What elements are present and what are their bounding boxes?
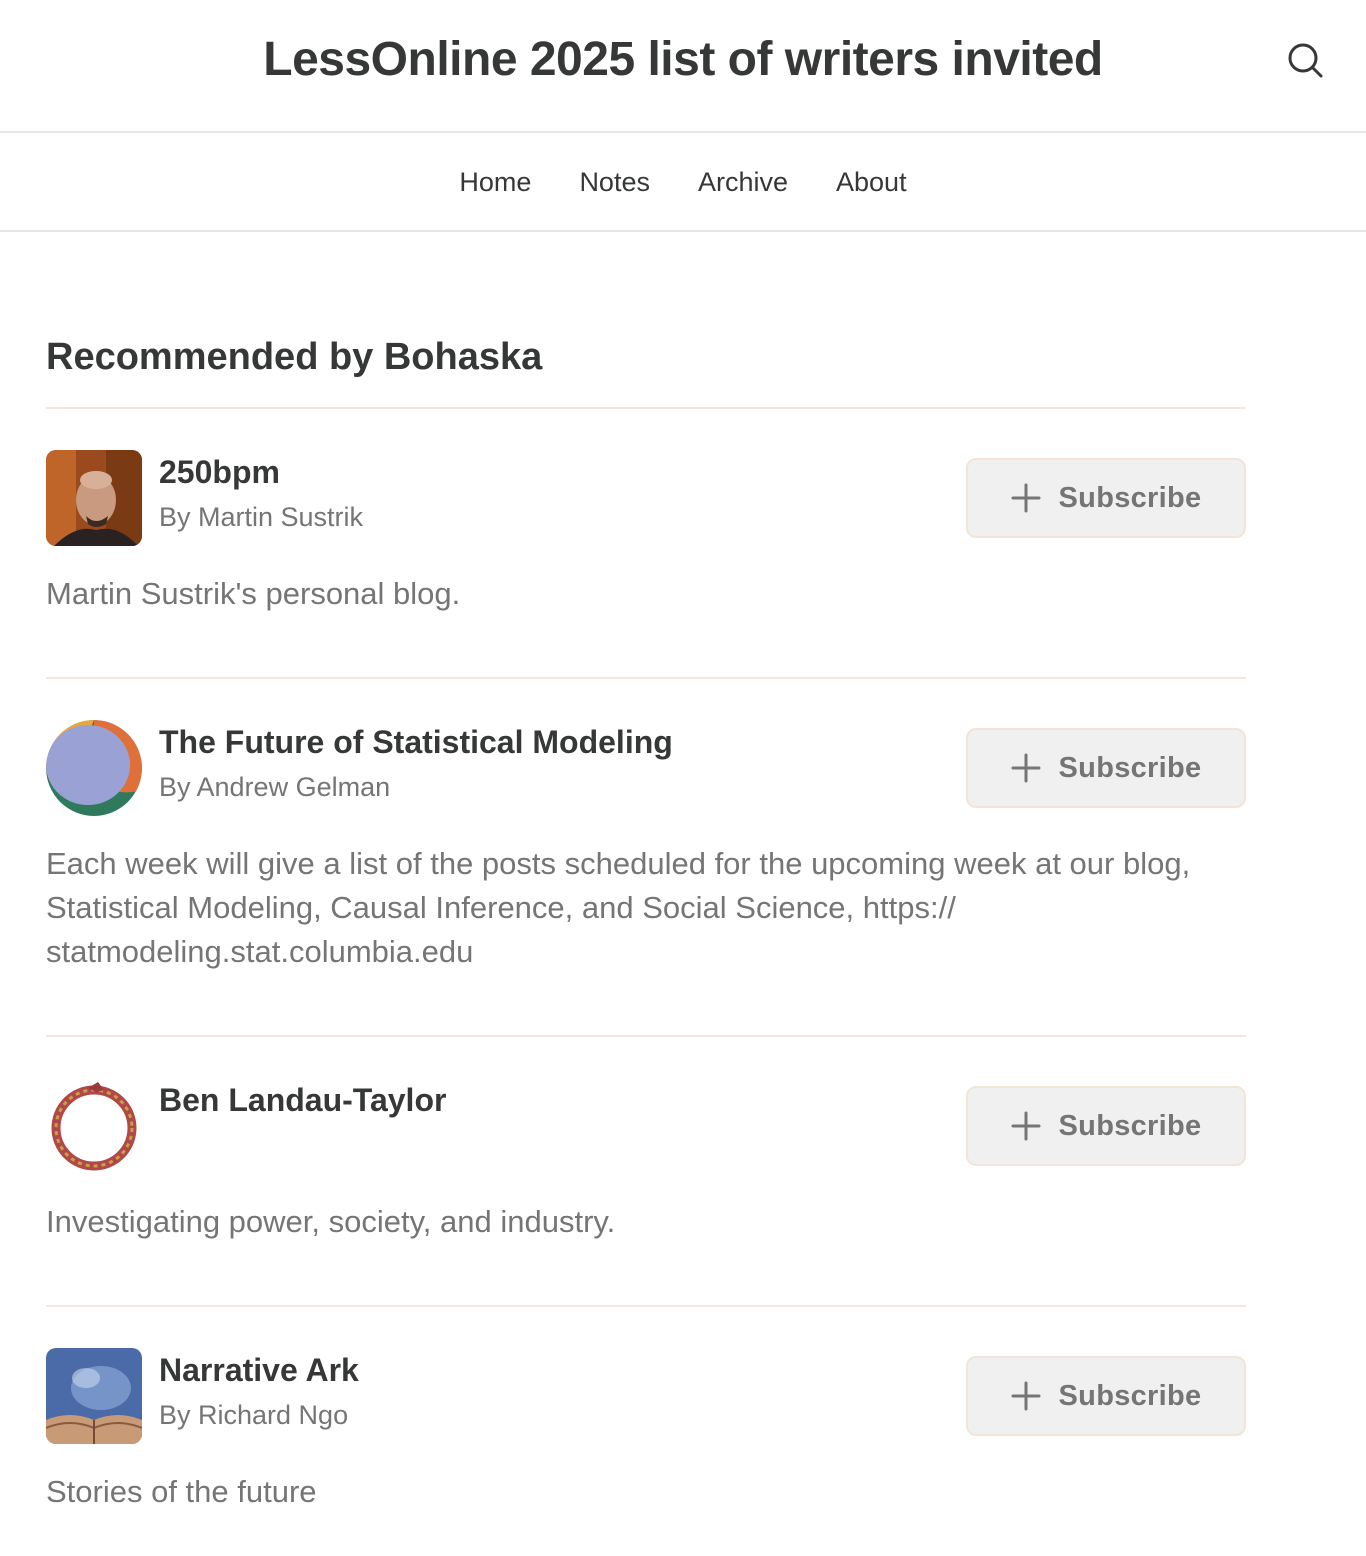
portrait-image [46,450,142,546]
subscribe-button[interactable]: Subscribe [966,458,1246,538]
subscribe-button[interactable]: Subscribe [966,1086,1246,1166]
subscribe-button[interactable]: Subscribe [966,728,1246,808]
subscribe-button[interactable]: Subscribe [966,1356,1246,1436]
nav-bar: Home Notes Archive About [0,133,1366,232]
ouroboros-image [46,1078,142,1174]
publication-description: Each week will give a list of the posts … [46,846,1191,969]
book-image [46,1348,142,1444]
divider [46,407,1246,409]
search-button[interactable] [1285,40,1325,80]
recommendation-item: Narrative Ark By Richard Ngo Subscribe S… [46,1348,1246,1518]
nav-home[interactable]: Home [459,167,531,197]
plus-icon [1011,753,1041,783]
publication-name[interactable]: Narrative Ark [159,1352,359,1389]
plus-icon [1011,483,1041,513]
publication-name[interactable]: Ben Landau-Taylor [159,1082,446,1119]
publication-name[interactable]: The Future of Statistical Modeling [159,724,673,761]
recommendation-item: Ben Landau-Taylor Subscribe Investigatin… [46,1078,1246,1248]
plus-icon [1011,1381,1041,1411]
publication-avatar[interactable] [46,1078,142,1174]
nav-archive[interactable]: Archive [698,167,788,197]
publication-author: By Martin Sustrik [159,502,364,532]
divider [46,677,1246,679]
subscribe-label: Subscribe [1058,751,1202,784]
site-title[interactable]: LessOnline 2025 list of writers invited [0,32,1366,87]
publication-description: Stories of the future [46,1474,317,1509]
subscribe-label: Subscribe [1058,481,1202,514]
subscribe-label: Subscribe [1058,1109,1202,1142]
recommendation-item: 250bpm By Martin Sustrik Subscribe Marti… [46,450,1246,620]
publication-avatar[interactable] [46,1348,142,1444]
nav-notes[interactable]: Notes [579,167,650,197]
nav-about[interactable]: About [836,167,907,197]
publication-avatar[interactable] [46,450,142,546]
recommendation-item: The Future of Statistical Modeling By An… [46,720,1246,980]
plus-icon [1011,1111,1041,1141]
subscribe-label: Subscribe [1058,1379,1202,1412]
top-bar: LessOnline 2025 list of writers invited [0,0,1366,133]
logo-image [46,720,142,816]
publication-description: Investigating power, society, and indust… [46,1204,616,1239]
publication-author: By Andrew Gelman [159,772,391,802]
section-title: Recommended by Bohaska [46,336,543,378]
divider [46,1305,1246,1307]
publication-name[interactable]: 250bpm [159,454,280,491]
publication-author: By Richard Ngo [159,1400,349,1430]
divider [46,1035,1246,1037]
publication-avatar[interactable] [46,720,142,816]
search-icon [1288,43,1323,78]
publication-description: Martin Sustrik's personal blog. [46,576,461,611]
